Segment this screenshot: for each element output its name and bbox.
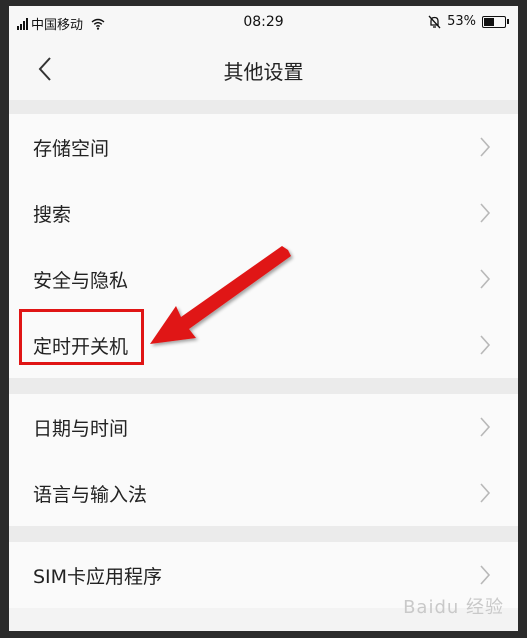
- setting-item-search[interactable]: 搜索: [9, 180, 518, 246]
- highlight-box: [19, 309, 144, 365]
- setting-item-label: SIM卡应用程序: [33, 565, 163, 588]
- section-divider: [9, 100, 518, 114]
- alarm-muted-icon: [428, 15, 441, 28]
- setting-item-label: 安全与隐私: [33, 269, 129, 292]
- status-bar: 中国移动 08:29 53%: [9, 6, 518, 38]
- setting-item-storage[interactable]: 存储空间: [9, 114, 518, 180]
- chevron-right-icon: [480, 137, 491, 157]
- app-header: 其他设置: [9, 38, 518, 100]
- setting-item-security-privacy[interactable]: 安全与隐私: [9, 246, 518, 312]
- battery-percent: 53%: [447, 14, 476, 29]
- chevron-right-icon: [480, 417, 491, 437]
- setting-item-language-input[interactable]: 语言与输入法: [9, 460, 518, 526]
- chevron-right-icon: [480, 565, 491, 585]
- chevron-right-icon: [480, 203, 491, 223]
- status-right: 53%: [428, 14, 509, 29]
- section-divider: [9, 378, 518, 394]
- chevron-right-icon: [480, 269, 491, 289]
- battery-icon: [482, 15, 509, 28]
- chevron-right-icon: [480, 335, 491, 355]
- setting-item-date-time[interactable]: 日期与时间: [9, 394, 518, 460]
- settings-group-2: 日期与时间 语言与输入法: [9, 394, 518, 526]
- chevron-right-icon: [480, 483, 491, 503]
- setting-item-label: 搜索: [33, 203, 72, 226]
- setting-item-label: 存储空间: [33, 137, 110, 160]
- setting-item-label: 语言与输入法: [33, 483, 148, 506]
- baidu-watermark: Baidu 经验: [403, 597, 504, 618]
- page-title: 其他设置: [223, 60, 304, 84]
- setting-item-label: 日期与时间: [33, 417, 129, 440]
